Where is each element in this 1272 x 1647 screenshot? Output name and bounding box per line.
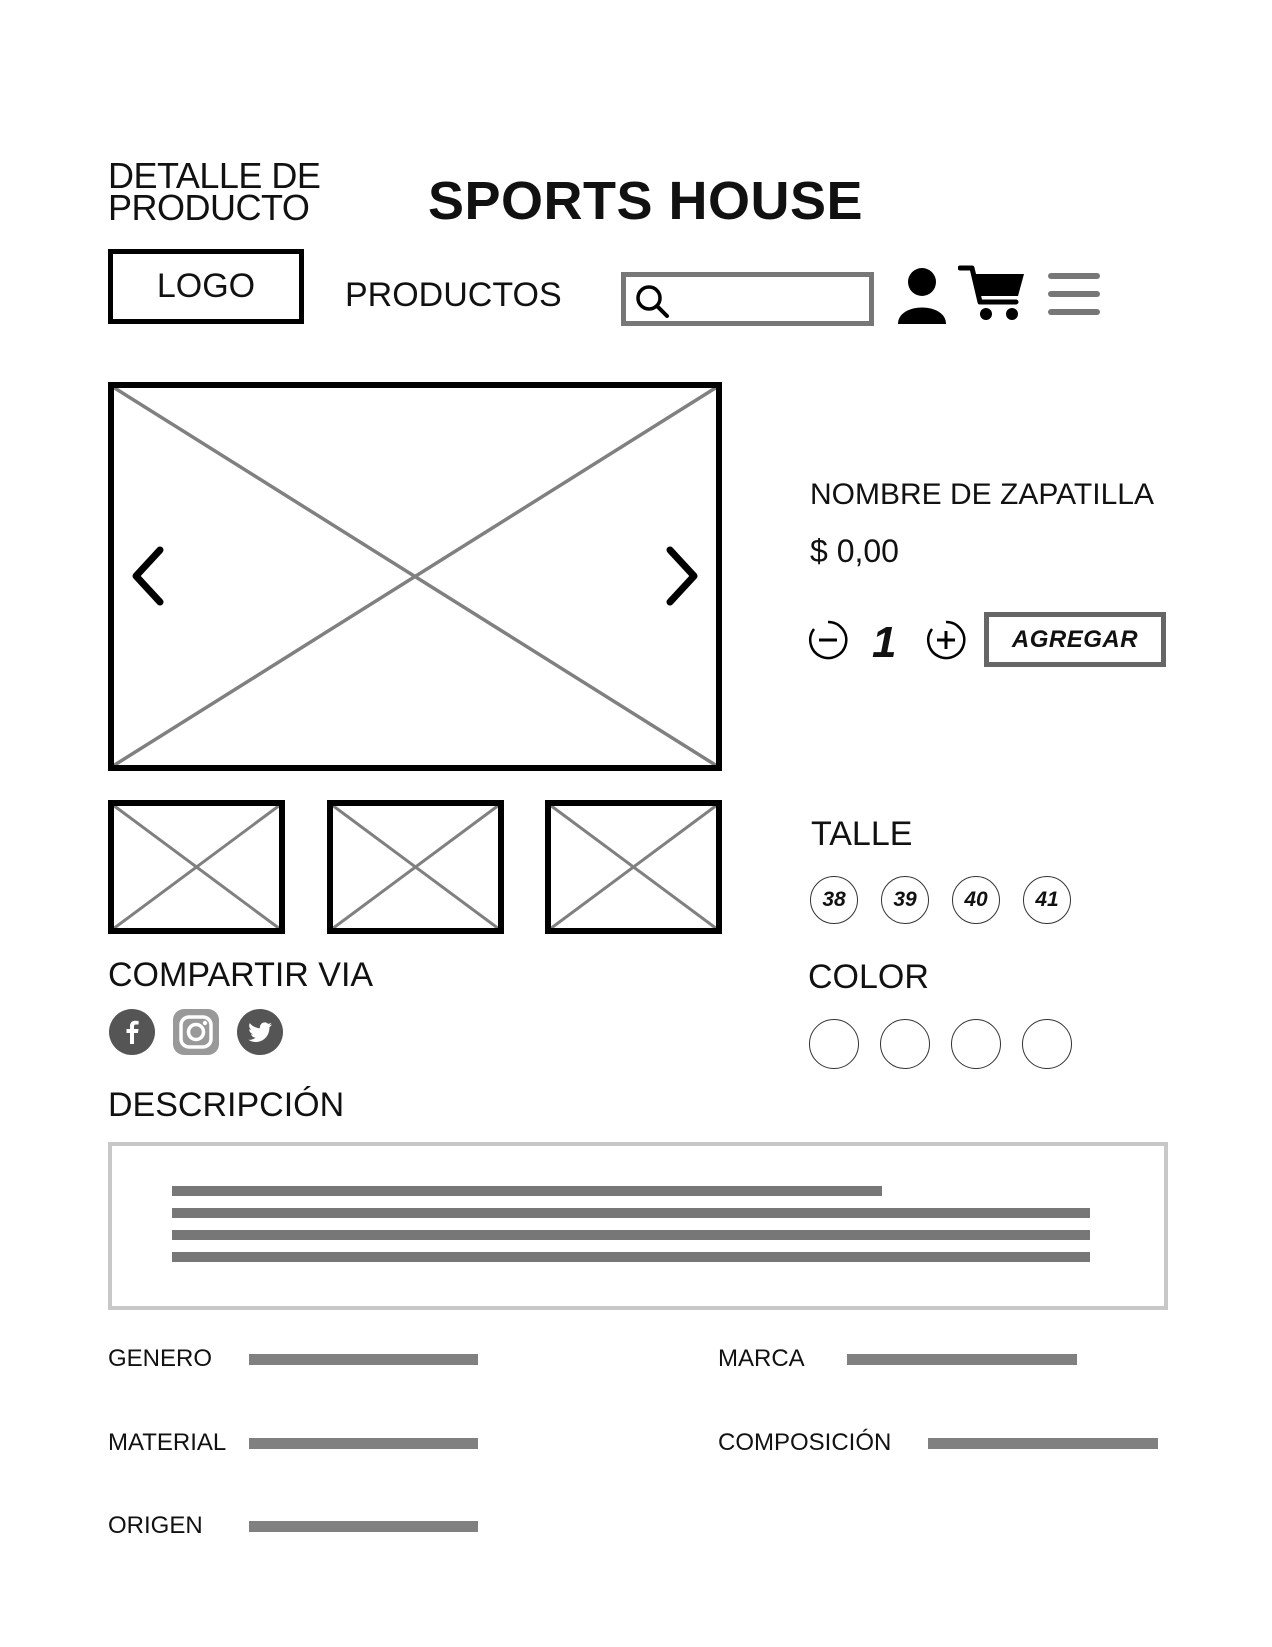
plus-icon[interactable] <box>926 620 966 660</box>
instagram-icon[interactable] <box>172 1008 220 1056</box>
attr-material-label: MATERIAL <box>108 1429 227 1456</box>
attr-composicion-value <box>928 1438 1158 1449</box>
description-title: DESCRIPCIÓN <box>108 1086 345 1124</box>
description-text-line <box>172 1186 882 1196</box>
logo-label: LOGO <box>156 267 256 305</box>
search-box[interactable] <box>621 272 874 326</box>
facebook-icon[interactable] <box>108 1008 156 1056</box>
color-swatch[interactable] <box>951 1019 1001 1069</box>
attr-genero-value <box>249 1354 478 1365</box>
description-box <box>108 1142 1168 1310</box>
thumbnail-3[interactable] <box>545 800 722 934</box>
logo[interactable]: LOGO <box>108 249 304 324</box>
description-text-line <box>172 1230 1090 1240</box>
description-text-line <box>172 1208 1090 1218</box>
attr-origen-value <box>249 1521 478 1532</box>
talle-title: TALLE <box>811 815 913 853</box>
color-swatch[interactable] <box>880 1019 930 1069</box>
user-icon[interactable] <box>895 266 949 326</box>
twitter-icon[interactable] <box>236 1008 284 1056</box>
main-product-image <box>108 382 722 771</box>
minus-icon[interactable] <box>808 620 848 660</box>
search-icon[interactable] <box>634 283 672 321</box>
attr-composicion-label: COMPOSICIÓN <box>718 1429 892 1456</box>
thumbnail-1[interactable] <box>108 800 285 934</box>
product-price: $ 0,00 <box>810 533 899 569</box>
color-swatch[interactable] <box>809 1019 859 1069</box>
thumbnail-2[interactable] <box>327 800 504 934</box>
add-to-cart-button[interactable]: AGREGAR <box>984 612 1166 667</box>
chevron-right-icon[interactable] <box>660 544 704 608</box>
menu-icon[interactable] <box>1046 270 1102 318</box>
color-title: COLOR <box>808 958 929 996</box>
color-swatch[interactable] <box>1022 1019 1072 1069</box>
attr-material-value <box>249 1438 478 1449</box>
attr-genero-label: GENERO <box>108 1345 213 1372</box>
size-option[interactable]: 40 <box>952 876 1000 924</box>
attr-origen-label: ORIGEN <box>108 1512 203 1539</box>
chevron-left-icon[interactable] <box>126 544 170 608</box>
quantity-value: 1 <box>872 618 897 667</box>
cart-icon[interactable] <box>958 262 1028 322</box>
attr-marca-value <box>847 1354 1077 1365</box>
nav-productos-link[interactable]: PRODUCTOS <box>345 276 562 315</box>
attr-marca-label: MARCA <box>718 1345 805 1372</box>
share-title: COMPARTIR VIA <box>108 956 374 994</box>
product-name: NOMBRE DE ZAPATILLA <box>810 478 1154 511</box>
brand-title: SPORTS HOUSE <box>428 171 864 231</box>
page-label: DETALLE DE PRODUCTO <box>108 158 321 228</box>
description-text-line <box>172 1252 1090 1262</box>
size-option[interactable]: 41 <box>1023 876 1071 924</box>
size-option[interactable]: 39 <box>881 876 929 924</box>
page-label-line2: PRODUCTO <box>108 187 310 228</box>
size-option[interactable]: 38 <box>810 876 858 924</box>
search-input[interactable] <box>674 281 868 319</box>
add-to-cart-label: AGREGAR <box>1011 625 1139 653</box>
